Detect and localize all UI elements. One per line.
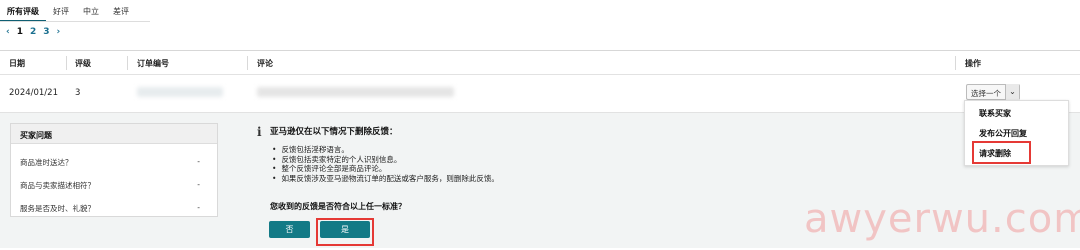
header-date: 日期 bbox=[9, 59, 25, 68]
prev-page-icon[interactable]: ‹ bbox=[6, 27, 10, 37]
criteria-question: 您收到的反馈是否符合以上任一标准？ bbox=[270, 202, 406, 211]
list-item: 反馈包括卖家特定的个人识别信息。 bbox=[272, 155, 499, 165]
action-select[interactable]: 选择一个 ⌄ bbox=[966, 84, 1020, 100]
column-separator bbox=[955, 56, 956, 70]
question-row: 服务是否及时、礼貌？ - bbox=[20, 203, 210, 214]
tab-positive[interactable]: 好评 bbox=[46, 0, 76, 22]
question-row: 商品准时送达？ - bbox=[20, 157, 210, 168]
question-text: 商品与卖家描述相符？ bbox=[20, 181, 95, 190]
watermark-text: awyerwu.com bbox=[804, 196, 1080, 242]
pagination: ‹ 1 2 3 › bbox=[6, 27, 60, 37]
tabs-divider bbox=[0, 21, 150, 22]
yes-button-highlight bbox=[316, 218, 374, 246]
chevron-down-icon[interactable]: ⌄ bbox=[1005, 84, 1019, 100]
list-item: 整个反馈评论全部是商品评论。 bbox=[272, 164, 499, 174]
comment-redacted bbox=[257, 87, 454, 97]
info-icon: i bbox=[257, 125, 262, 139]
list-item: 反馈包括淫秽语言。 bbox=[272, 145, 499, 155]
list-item: 如果反馈涉及亚马逊物流订单的配送或客户服务，则删除此反馈。 bbox=[272, 174, 499, 184]
page-3[interactable]: 3 bbox=[43, 27, 49, 37]
removal-criteria-title: 亚马逊仅在以下情况下删除反馈： bbox=[270, 127, 398, 137]
column-separator bbox=[247, 56, 248, 70]
no-button[interactable]: 否 bbox=[269, 221, 310, 238]
buyer-questions-box: 买家问题 商品准时送达？ - 商品与卖家描述相符？ - 服务是否及时、礼貌？ - bbox=[10, 123, 218, 217]
tab-neutral[interactable]: 中立 bbox=[76, 0, 106, 22]
question-answer: - bbox=[197, 157, 200, 166]
page-2[interactable]: 2 bbox=[30, 27, 36, 37]
question-row: 商品与卖家描述相符？ - bbox=[20, 180, 210, 191]
question-answer: - bbox=[197, 180, 200, 189]
column-separator bbox=[127, 56, 128, 70]
row-rating: 3 bbox=[75, 88, 81, 98]
header-rating: 评级 bbox=[75, 59, 91, 68]
column-separator bbox=[66, 56, 67, 70]
menu-item-contact-buyer[interactable]: 联系买家 bbox=[979, 108, 1011, 119]
order-number-redacted bbox=[137, 87, 223, 97]
tab-negative[interactable]: 差评 bbox=[106, 0, 136, 22]
header-order-number: 订单编号 bbox=[137, 59, 169, 68]
menu-item-post-public-reply[interactable]: 发布公开回复 bbox=[979, 128, 1027, 139]
table-header: 日期 评级 订单编号 评论 操作 bbox=[0, 51, 1080, 75]
removal-criteria-list: 反馈包括淫秽语言。 反馈包括卖家特定的个人识别信息。 整个反馈评论全部是商品评论… bbox=[272, 145, 499, 183]
rating-tabs: 所有评级 好评 中立 差评 bbox=[0, 0, 136, 22]
row-date: 2024/01/21 bbox=[9, 88, 58, 98]
request-removal-highlight bbox=[972, 141, 1031, 164]
header-comment: 评论 bbox=[257, 59, 273, 68]
question-text: 服务是否及时、礼貌？ bbox=[20, 204, 95, 213]
tab-all-ratings[interactable]: 所有评级 bbox=[0, 0, 46, 22]
next-page-icon[interactable]: › bbox=[57, 27, 61, 37]
table-row: 2024/01/21 3 bbox=[0, 76, 1080, 112]
question-answer: - bbox=[197, 203, 200, 212]
action-select-value: 选择一个 bbox=[971, 89, 1001, 98]
buyer-questions-title: 买家问题 bbox=[11, 124, 217, 144]
header-action: 操作 bbox=[965, 59, 981, 68]
page-1[interactable]: 1 bbox=[17, 27, 23, 37]
question-text: 商品准时送达？ bbox=[20, 158, 73, 167]
